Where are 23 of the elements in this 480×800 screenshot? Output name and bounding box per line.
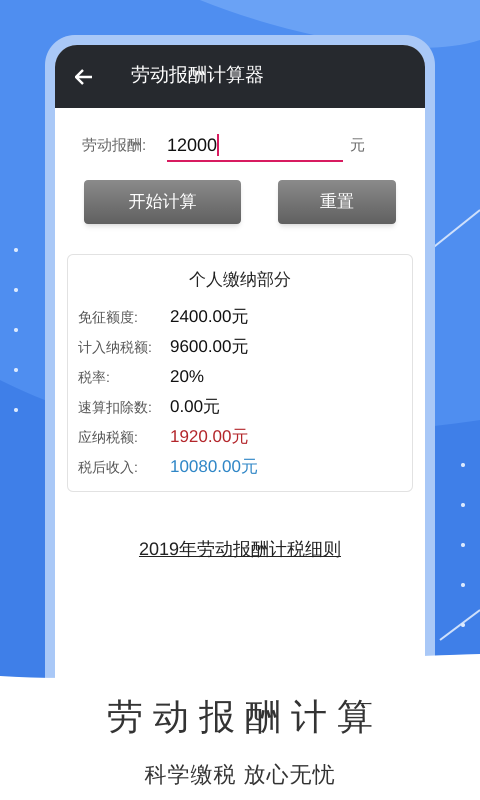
app-title: 劳动报酬计算器 <box>131 64 264 88</box>
row-value: 2400.00元 <box>170 306 248 328</box>
promo-tagline: 科学缴税 放心无忧 <box>144 761 336 789</box>
rules-link[interactable]: 2019年劳动报酬计税细则 <box>138 536 342 563</box>
amount-input-field[interactable]: 12000 <box>167 130 343 162</box>
row-value: 9600.00元 <box>170 336 248 358</box>
row-value: 20% <box>170 366 204 388</box>
unit-label: 元 <box>350 136 365 156</box>
row-label: 税率: <box>78 368 111 386</box>
row-label: 速算扣除数: <box>78 398 153 416</box>
back-icon[interactable] <box>75 68 93 84</box>
row-label: 税后收入: <box>78 458 139 476</box>
row-label: 计入纳税额: <box>78 338 153 356</box>
row-value: 0.00元 <box>170 396 220 418</box>
row-value: 10080.00元 <box>170 456 258 478</box>
calculate-button[interactable]: 开始计算 <box>84 180 241 224</box>
input-label: 劳动报酬: <box>82 136 148 156</box>
row-value: 1920.00元 <box>170 426 248 448</box>
reset-button[interactable]: 重置 <box>278 180 396 224</box>
row-label: 应纳税额: <box>78 428 139 446</box>
card-title: 个人缴纳部分 <box>188 269 292 291</box>
row-label: 免征额度: <box>78 308 139 326</box>
promo-headline: 劳动报酬计算 <box>106 695 383 739</box>
